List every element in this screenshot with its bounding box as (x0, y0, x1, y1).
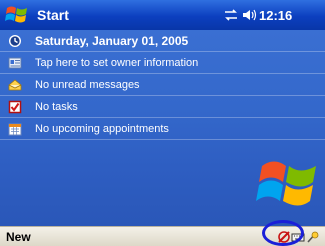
clock-time[interactable]: 12:16 (259, 8, 292, 23)
messages-row[interactable]: No unread messages (0, 74, 325, 96)
tray-highlight-ring (262, 220, 304, 246)
today-date-row[interactable]: Saturday, January 01, 2005 (0, 30, 325, 52)
calendar-icon (8, 123, 22, 135)
tasks-checkbox-icon (8, 100, 22, 113)
tasks-label: No tasks (35, 100, 78, 113)
owner-card-icon (8, 57, 22, 68)
today-screen: Saturday, January 01, 2005 Tap here to s… (0, 30, 325, 226)
windows-logo-watermark (256, 161, 316, 206)
volume-icon[interactable] (241, 8, 257, 22)
title-bar: Start 12:16 (0, 0, 325, 30)
owner-info-label: Tap here to set owner information (35, 56, 199, 69)
windows-start-icon[interactable] (4, 2, 30, 28)
clock-icon (9, 34, 21, 47)
new-menu-button[interactable]: New (6, 230, 31, 244)
tasks-row[interactable]: No tasks (0, 96, 325, 118)
today-date: Saturday, January 01, 2005 (35, 33, 189, 48)
appointments-row[interactable]: No upcoming appointments (0, 118, 325, 140)
messages-label: No unread messages (35, 78, 140, 91)
page-title[interactable]: Start (37, 7, 69, 23)
owner-info-row[interactable]: Tap here to set owner information (0, 52, 325, 74)
sip-input-icon[interactable] (305, 230, 319, 244)
appointments-label: No upcoming appointments (35, 122, 169, 135)
connectivity-icon[interactable] (224, 9, 238, 21)
inbox-icon (8, 78, 22, 90)
